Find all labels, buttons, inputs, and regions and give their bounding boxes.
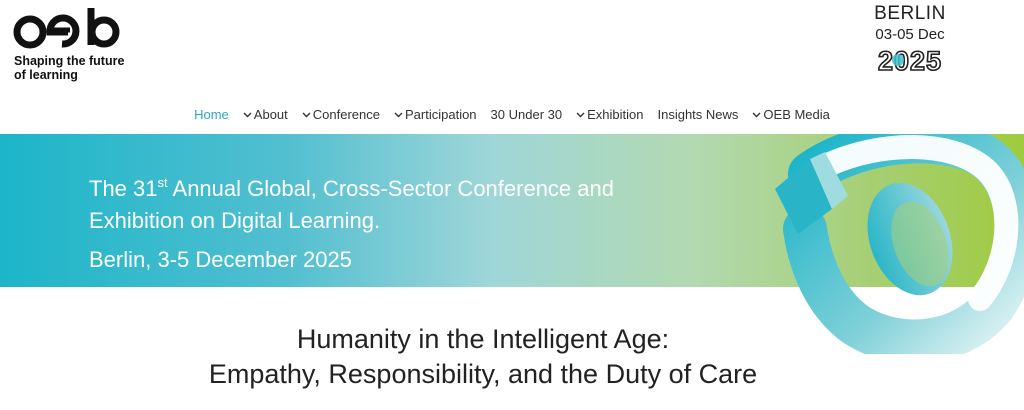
nav-label: 30 Under 30: [490, 106, 563, 122]
nav-item-conference[interactable]: Conference: [295, 107, 387, 122]
hero-line-1-suffix: Annual Global, Cross-Sector Conference a…: [167, 176, 614, 201]
nav-label: About: [253, 106, 288, 122]
event-year: 2025: [878, 46, 942, 75]
hero-headline: The 31st Annual Global, Cross-Sector Con…: [89, 174, 614, 235]
nav-label: Conference: [312, 106, 380, 122]
oeb-logo[interactable]: Shaping the future of learning: [12, 6, 152, 82]
event-badge: BERLIN 03-05 Dec 2025: [868, 4, 952, 80]
oeb-logo-mark: [13, 8, 120, 49]
chevron-down-icon: [243, 110, 252, 119]
chevron-down-icon: [576, 110, 585, 119]
conference-theme: Humanity in the Intelligent Age: Empathy…: [0, 322, 966, 392]
theme-line-2: Empathy, Responsibility, and the Duty of…: [208, 359, 758, 389]
nav-item-exhibition[interactable]: Exhibition: [569, 107, 650, 122]
nav-item-about[interactable]: About: [236, 107, 295, 122]
chevron-down-icon: [752, 110, 761, 119]
event-city: BERLIN: [874, 3, 946, 24]
event-year-graphic: 2025: [877, 45, 942, 77]
main-nav: Home About Conference Participation 30 U…: [0, 100, 1024, 128]
nav-item-insights-news[interactable]: Insights News: [650, 107, 745, 122]
tagline-line-2: of learning: [14, 68, 78, 82]
theme-line-1: Humanity in the Intelligent Age:: [296, 324, 670, 354]
tagline-line-1: Shaping the future: [14, 54, 125, 68]
hero-line-1-prefix: The 31: [89, 176, 158, 201]
nav-label: Participation: [405, 106, 477, 122]
nav-label: Home: [194, 106, 229, 122]
nav-item-30-under-30[interactable]: 30 Under 30: [484, 107, 570, 122]
hero-ordinal-suffix: st: [157, 175, 168, 190]
hero-line-2: Exhibition on Digital Learning.: [89, 208, 381, 233]
chevron-down-icon: [394, 110, 403, 119]
nav-label: Insights News: [657, 106, 739, 122]
nav-item-participation[interactable]: Participation: [387, 107, 484, 122]
nav-label: Exhibition: [587, 106, 644, 122]
event-dates: 03-05 Dec: [875, 26, 945, 43]
chevron-down-icon: [302, 110, 311, 119]
hero-location: Berlin, 3-5 December 2025: [89, 247, 352, 272]
hero-line-1: The 31st Annual Global, Cross-Sector Con…: [89, 174, 614, 206]
nav-item-home[interactable]: Home: [187, 107, 236, 122]
ribbon-o-graphic: [775, 134, 1024, 354]
nav-label: OEB Media: [763, 106, 830, 122]
logo-tagline: Shaping the future of learning: [14, 54, 124, 82]
nav-item-oeb-media[interactable]: OEB Media: [745, 107, 836, 122]
